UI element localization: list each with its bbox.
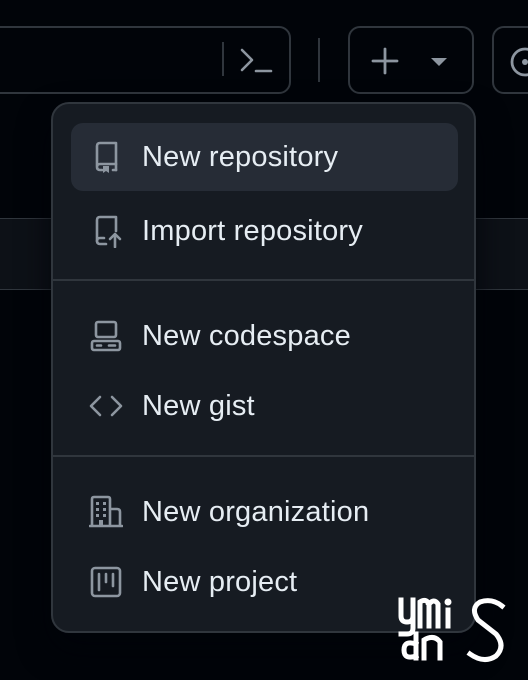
menu-divider (53, 455, 474, 457)
triangle-down-icon (431, 58, 447, 66)
repo-push-icon (95, 215, 122, 248)
menu-item-new-gist[interactable]: New gist (71, 372, 458, 440)
menu-divider (53, 279, 474, 281)
header-divider (318, 38, 320, 82)
menu-item-label: Import repository (142, 215, 363, 247)
code-icon (89, 395, 123, 417)
menu-item-new-organization[interactable]: New organization (71, 478, 458, 546)
menu-item-new-repository[interactable]: New repository (71, 123, 458, 191)
command-palette-icon[interactable] (238, 44, 276, 76)
menu-item-label: New organization (142, 496, 370, 528)
menu-item-new-codespace[interactable]: New codespace (71, 302, 458, 370)
issues-button[interactable] (492, 26, 528, 94)
codespaces-icon (90, 320, 122, 352)
issue-opened-icon (510, 47, 528, 77)
project-icon (90, 566, 122, 598)
plus-icon (371, 47, 399, 75)
search-divider (222, 42, 224, 76)
menu-item-label: New project (142, 566, 298, 598)
menu-item-label: New codespace (142, 320, 351, 352)
page: New repository Import repository New cod… (0, 0, 528, 680)
create-new-button[interactable] (348, 26, 474, 94)
menu-item-label: New gist (142, 390, 255, 422)
watermark-logo (398, 597, 506, 662)
repo-icon (95, 141, 118, 173)
create-new-menu: New repository Import repository New cod… (51, 102, 476, 633)
menu-item-label: New repository (142, 141, 339, 173)
organization-icon (89, 495, 123, 528)
menu-item-import-repository[interactable]: Import repository (71, 197, 458, 265)
